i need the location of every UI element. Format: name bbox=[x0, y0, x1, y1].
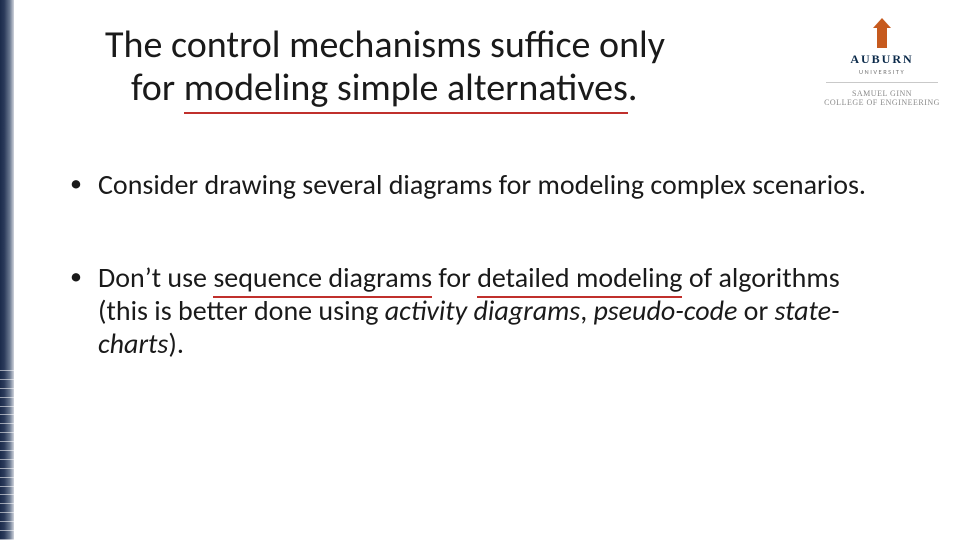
tower-icon bbox=[873, 18, 891, 48]
bullet-text: Consider drawing several diagrams for mo… bbox=[98, 168, 866, 201]
bullet-text: Don’t use sequence diagrams for detailed… bbox=[98, 261, 890, 360]
logo-college-line1: SAMUEL GINN bbox=[822, 89, 942, 98]
text-fragment: ). bbox=[168, 326, 184, 361]
title-line-1: The control mechanisms suffice only bbox=[105, 24, 805, 67]
logo-subtext: UNIVERSITY bbox=[822, 68, 942, 76]
logo-college-line2: COLLEGE OF ENGINEERING bbox=[822, 98, 942, 107]
title-line-2: for modeling simple alternatives. bbox=[105, 67, 805, 110]
text-fragment: , bbox=[580, 293, 593, 328]
slide-title: The control mechanisms suffice only for … bbox=[105, 24, 805, 109]
list-item: • Don’t use sequence diagrams for detail… bbox=[70, 261, 890, 360]
title-line2-pre: for bbox=[131, 65, 184, 111]
list-item: • Consider drawing several diagrams for … bbox=[70, 168, 890, 201]
university-logo-block: AUBURN UNIVERSITY SAMUEL GINN COLLEGE OF… bbox=[822, 18, 942, 107]
italic-term: pseudo-code bbox=[594, 293, 738, 328]
bullet-list: • Consider drawing several diagrams for … bbox=[70, 168, 890, 420]
title-underlined-phrase: modeling simple alternatives bbox=[184, 65, 628, 114]
bullet-dot-icon: • bbox=[70, 261, 98, 360]
title-line2-post: . bbox=[628, 65, 638, 111]
bullet-dot-icon: • bbox=[70, 168, 98, 201]
text-fragment: for bbox=[432, 260, 477, 295]
text-fragment: Don’t use bbox=[98, 260, 213, 295]
italic-term: activity diagrams bbox=[385, 293, 580, 328]
side-tick-marks bbox=[0, 370, 14, 540]
text-fragment: or bbox=[737, 293, 774, 328]
logo-word: AUBURN bbox=[822, 52, 942, 67]
